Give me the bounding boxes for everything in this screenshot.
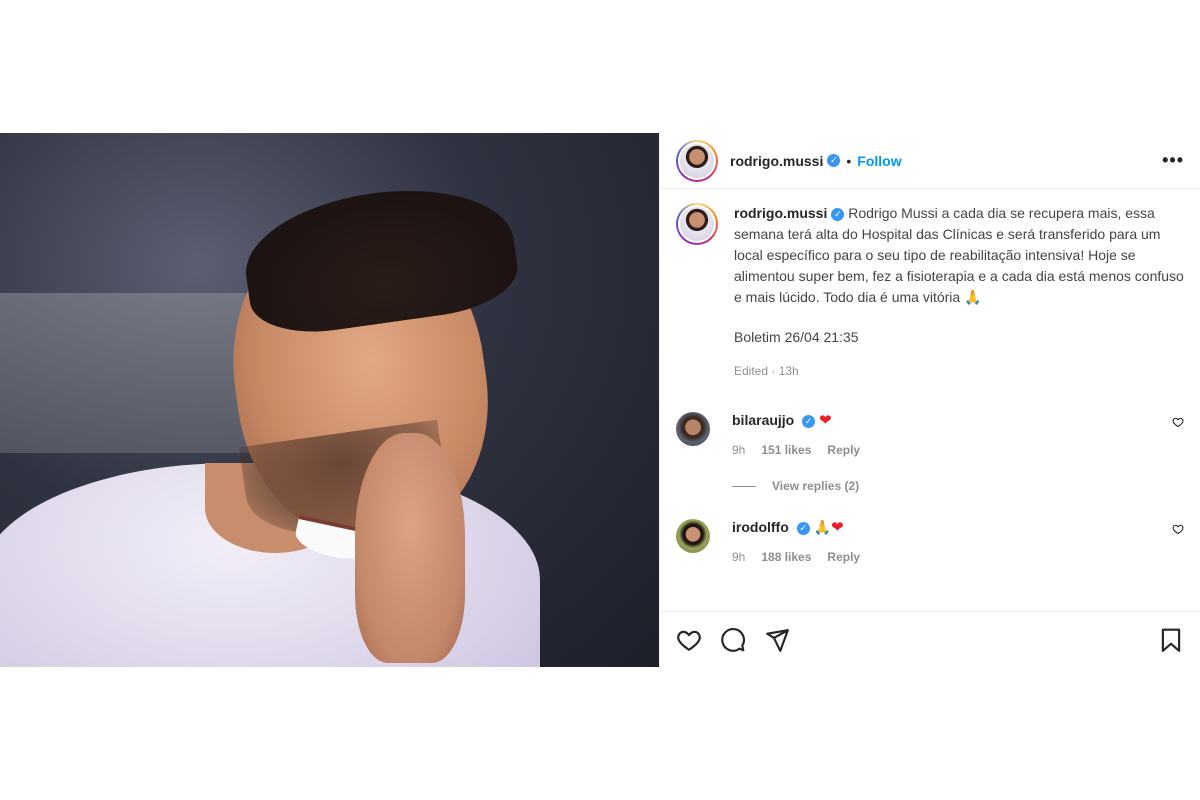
post-header: rodrigo.mussi ✓ • Follow ••• (660, 133, 1200, 189)
comment-item: bilaraujjo ✓ ❤ 9h 151 likes Reply (676, 410, 1184, 457)
comment-body: bilaraujjo ✓ ❤ 9h 151 likes Reply (732, 410, 1172, 457)
post-photo[interactable] (0, 133, 659, 667)
photo-background-wall (0, 293, 260, 453)
verified-icon: ✓ (796, 521, 810, 535)
separator-dot: • (846, 152, 852, 169)
caption: rodrigo.mussi ✓ Rodrigo Mussi a cada dia … (676, 203, 1184, 382)
comment-line: bilaraujjo ✓ ❤ (732, 410, 1172, 431)
comment-line: irodolffo ✓ 🙏❤ (732, 517, 1172, 538)
photo-hand (355, 433, 465, 663)
comment-likes[interactable]: 151 likes (761, 443, 811, 457)
view-replies-button[interactable]: View replies (2) (732, 479, 1184, 493)
instagram-post: rodrigo.mussi ✓ • Follow ••• rodrigo.mus… (0, 133, 1200, 667)
follow-button[interactable]: Follow (857, 153, 901, 169)
verified-icon: ✓ (831, 207, 845, 221)
comment-text-pray: 🙏 (813, 519, 831, 535)
author-avatar-image (678, 141, 716, 180)
comment-text: ❤ (819, 412, 832, 429)
comment-like-icon[interactable] (1172, 523, 1184, 535)
caption-boletim: Boletim 26/04 21:35 (734, 329, 859, 345)
caption-avatar-image (678, 205, 716, 243)
comment-icon[interactable] (720, 627, 746, 653)
caption-avatar[interactable] (676, 203, 718, 245)
comments-area[interactable]: rodrigo.mussi ✓ Rodrigo Mussi a cada dia … (660, 189, 1200, 667)
view-replies-label: View replies (2) (772, 479, 860, 493)
view-replies-line (732, 485, 756, 487)
verified-icon: ✓ (827, 154, 841, 167)
comment-text: ❤ (830, 519, 844, 536)
reply-button[interactable]: Reply (827, 550, 860, 564)
comment-item: irodolffo ✓ 🙏❤ 9h 188 likes Reply (676, 517, 1184, 564)
caption-text-block: rodrigo.mussi ✓ Rodrigo Mussi a cada dia … (734, 203, 1184, 308)
author-avatar[interactable] (676, 139, 718, 182)
caption-body: rodrigo.mussi ✓ Rodrigo Mussi a cada dia … (734, 203, 1184, 382)
verified-icon: ✓ (802, 414, 816, 428)
photo-hair (237, 174, 523, 342)
caption-username[interactable]: rodrigo.mussi (734, 205, 827, 221)
comment-body: irodolffo ✓ 🙏❤ 9h 188 likes Reply (732, 517, 1172, 564)
bookmark-icon[interactable] (1158, 627, 1184, 653)
comment-time: 9h (732, 550, 746, 564)
caption-edited-time: Edited · 13h (734, 364, 799, 378)
comment-likes[interactable]: 188 likes (761, 550, 811, 564)
comment-time: 9h (732, 443, 746, 457)
reply-button[interactable]: Reply (827, 443, 860, 457)
post-action-bar (660, 611, 1200, 667)
commenter-username[interactable]: bilaraujjo (732, 412, 794, 428)
share-icon[interactable] (764, 627, 790, 653)
post-side-panel: rodrigo.mussi ✓ • Follow ••• rodrigo.mus… (659, 133, 1200, 667)
comment-like-icon[interactable] (1172, 416, 1184, 428)
author-username[interactable]: rodrigo.mussi (730, 153, 823, 169)
commenter-username[interactable]: irodolffo (732, 519, 789, 535)
more-icon[interactable]: ••• (1162, 150, 1184, 171)
comment-meta: 9h 151 likes Reply (732, 443, 1172, 457)
commenter-avatar[interactable] (676, 519, 710, 553)
comment-meta: 9h 188 likes Reply (732, 550, 1172, 564)
commenter-avatar[interactable] (676, 412, 710, 446)
heart-icon[interactable] (676, 627, 702, 653)
